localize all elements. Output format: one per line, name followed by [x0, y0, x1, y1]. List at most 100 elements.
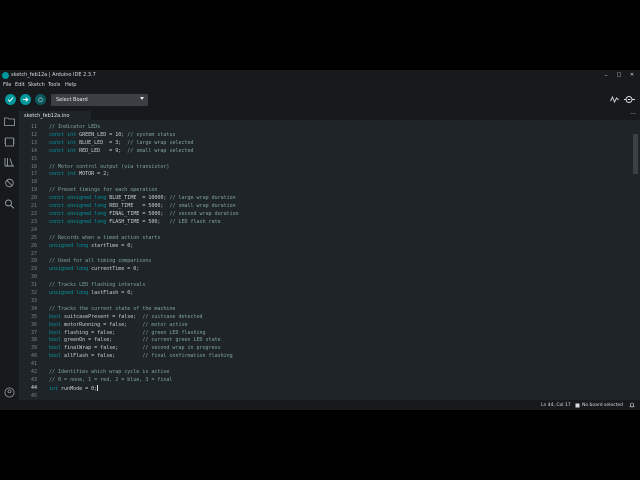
line-number: 27	[30, 250, 37, 257]
serial-plotter-icon[interactable]	[610, 95, 619, 104]
code-line[interactable]: 11 // Indicator LEDs	[19, 124, 632, 132]
arrow-right-icon	[23, 97, 29, 102]
line-number: 23	[30, 218, 37, 225]
menu-help[interactable]: Help	[65, 82, 76, 88]
close-button[interactable]: ✕	[626, 70, 638, 81]
code-text: const int BLUE_LED = 3; // large wrap se…	[49, 139, 194, 146]
line-number: 28	[30, 258, 37, 265]
code-text: // Motor control output (via transistor)	[49, 163, 170, 170]
code-line[interactable]: 25 // Records when a timed action starts	[19, 235, 632, 243]
upload-button[interactable]	[20, 94, 31, 105]
code-line[interactable]: 20 const unsigned long BLUE_TIME = 10000;…	[19, 195, 632, 203]
code-line[interactable]: 33	[19, 298, 632, 306]
code-text: // 0 = none, 1 = red, 2 = blue, 3 = fina…	[49, 377, 173, 383]
code-line[interactable]: 19 // Preset timings for each operation	[19, 187, 632, 195]
notifications-bell-icon[interactable]	[629, 402, 635, 408]
code-text: // Tracks LED flashing intervals	[49, 282, 146, 289]
code-line[interactable]: 42 // Identifies which wrap cycle is acti…	[19, 369, 632, 377]
editor-tab-bar: sketch_feb12a.ino ···	[19, 111, 640, 120]
line-number: 44	[30, 384, 37, 391]
code-line[interactable]: 43 // 0 = none, 1 = red, 2 = blue, 3 = fi…	[19, 377, 632, 385]
code-line[interactable]: 24	[19, 227, 632, 235]
folder-icon[interactable]	[4, 117, 15, 126]
library-manager-icon[interactable]	[4, 157, 15, 167]
line-number: 32	[30, 290, 37, 297]
search-icon[interactable]	[4, 199, 15, 209]
board-select-dropdown[interactable]: Select Board	[51, 94, 148, 106]
code-line[interactable]: 38 bool greenOn = false; // current green…	[19, 337, 632, 345]
code-line[interactable]: 29 unsigned long currentTime = 0;	[19, 266, 632, 274]
editor-scrollbar[interactable]	[633, 134, 638, 174]
line-number: 20	[30, 195, 37, 202]
code-text: // Records when a timed action starts	[49, 234, 161, 241]
line-number: 11	[30, 124, 37, 130]
code-text: bool motorRunning = false; // motor acti…	[49, 321, 188, 328]
line-number: 41	[30, 361, 37, 368]
code-text: const unsigned long FINAL_TIME = 5000; /…	[49, 210, 239, 217]
code-text: // Identifies which wrap cycle is active	[49, 369, 170, 376]
debug-button[interactable]	[35, 94, 46, 105]
code-line[interactable]: 31 // Tracks LED flashing intervals	[19, 282, 632, 290]
maximize-button[interactable]: □	[613, 70, 625, 81]
code-line[interactable]: 39 bool finalWrap = false; // second wrap…	[19, 345, 632, 353]
code-line[interactable]: 26 unsigned long startTime = 0;	[19, 243, 632, 251]
code-text: unsigned long currentTime = 0;	[49, 266, 140, 273]
menu-edit[interactable]: Edit	[15, 82, 25, 88]
line-number: 40	[30, 353, 37, 360]
code-line[interactable]: 40 bool allFlash = false; // final confir…	[19, 353, 632, 361]
menu-file[interactable]: File	[3, 82, 11, 88]
toolbar: Select Board	[0, 90, 640, 111]
code-line[interactable]: 13 const int BLUE_LED = 3; // large wrap …	[19, 140, 632, 148]
code-line[interactable]: 32 unsigned long lastFlash = 0;	[19, 290, 632, 298]
board-select-label: Select Board	[56, 97, 88, 103]
code-line[interactable]: 37 bool flashing = false; // green LED fl…	[19, 330, 632, 338]
verify-button[interactable]	[5, 94, 16, 105]
code-line[interactable]: 36 bool motorRunning = false; // motor ac…	[19, 322, 632, 330]
code-line[interactable]: 41	[19, 361, 632, 369]
code-lines: 11 // Indicator LEDs 12 const int GREEN_LED…	[19, 124, 632, 400]
code-line[interactable]: 34 // Tracks the current state of the mac…	[19, 306, 632, 314]
line-number: 30	[30, 274, 37, 281]
minimize-button[interactable]: –	[600, 70, 612, 81]
code-line[interactable]: 23 const unsigned long FLASH_TIME = 500; …	[19, 219, 632, 227]
chevron-down-icon	[140, 97, 144, 100]
code-line[interactable]: 28 // Used for all timing comparisons	[19, 258, 632, 266]
code-text: bool flashing = false; // green LED flas…	[49, 329, 206, 336]
code-text: bool finalWrap = false; // second wrap i…	[49, 345, 221, 352]
code-text: unsigned long startTime = 0;	[49, 242, 134, 249]
code-line[interactable]: 14 const int RED_LED = 9; // small wrap s…	[19, 148, 632, 156]
code-line[interactable]: 18	[19, 179, 632, 187]
debug-icon[interactable]	[4, 178, 15, 188]
line-number: 42	[30, 369, 37, 376]
code-line[interactable]: 44 int runMode = 0;	[19, 384, 632, 393]
board-manager-icon[interactable]	[4, 137, 15, 147]
code-editor[interactable]: 11 // Indicator LEDs 12 const int GREEN_LED…	[19, 120, 632, 400]
status-bar: Ln 44, Col 17 No board selected	[0, 400, 640, 410]
line-number: 22	[30, 210, 37, 217]
menu-sketch[interactable]: Sketch	[28, 82, 45, 88]
more-options-icon[interactable]: ···	[630, 111, 636, 118]
title-bar: sketch_feb12a | Arduino IDE 2.3.7 – □ ✕	[0, 70, 640, 81]
board-status[interactable]: No board selected	[582, 403, 623, 408]
code-line[interactable]: 17 const int MOTOR = 2;	[19, 171, 632, 179]
tab-label: sketch_feb12a.ino	[24, 113, 70, 119]
code-line[interactable]: 22 const unsigned long FINAL_TIME = 5000;…	[19, 211, 632, 219]
code-line[interactable]: 15	[19, 156, 632, 164]
line-number: 24	[30, 226, 37, 233]
code-line[interactable]: 35 bool suitcasePresent = false; // suitc…	[19, 314, 632, 322]
serial-monitor-icon[interactable]	[624, 95, 635, 104]
line-number: 18	[30, 179, 37, 186]
menu-tools[interactable]: Tools	[48, 82, 60, 88]
code-line[interactable]: 12 const int GREEN_LED = 10; // system st…	[19, 132, 632, 140]
line-number: 37	[30, 329, 37, 336]
tab-sketch-file[interactable]: sketch_feb12a.ino	[19, 111, 91, 120]
code-line[interactable]: 16 // Motor control output (via transisto…	[19, 164, 632, 172]
line-number: 38	[30, 337, 37, 344]
code-line[interactable]: 21 const unsigned long RED_TIME = 5000; /…	[19, 203, 632, 211]
code-line[interactable]: 45	[19, 393, 632, 400]
line-number: 21	[30, 203, 37, 210]
line-number: 29	[30, 266, 37, 273]
code-line[interactable]: 27	[19, 251, 632, 259]
profile-icon[interactable]	[4, 387, 15, 398]
code-line[interactable]: 30	[19, 274, 632, 282]
